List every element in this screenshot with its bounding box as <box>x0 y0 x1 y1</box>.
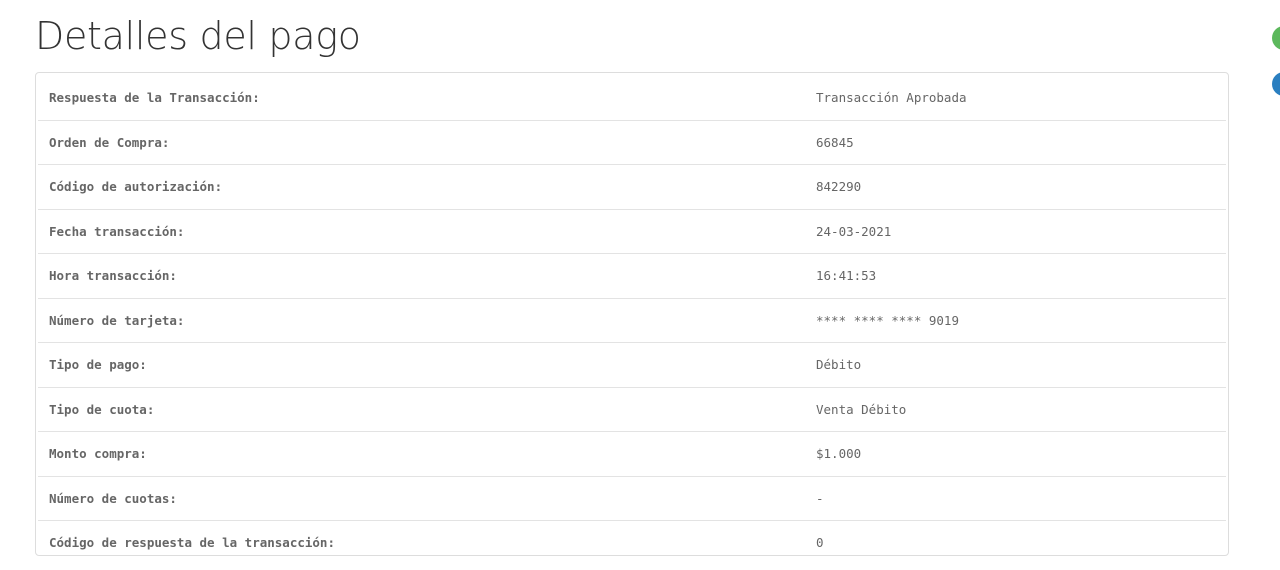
row-transaction-date: Fecha transacción: 24-03-2021 <box>38 208 1226 254</box>
row-value: **** **** **** 9019 <box>805 297 1226 343</box>
row-authorization-code: Código de autorización: 842290 <box>38 164 1226 209</box>
row-transaction-time: Hora transacción: 16:41:53 <box>38 253 1226 298</box>
row-label: Número de cuotas: <box>38 475 805 521</box>
row-installment-type: Tipo de cuota: Venta Débito <box>38 386 1226 432</box>
row-card-number: Número de tarjeta: **** **** **** 9019 <box>38 297 1226 343</box>
row-transaction-response: Respuesta de la Transacción: Transacción… <box>38 76 1226 120</box>
row-value: 66845 <box>805 119 1226 165</box>
row-value: 0 <box>805 520 1226 565</box>
row-value: 24-03-2021 <box>805 208 1226 254</box>
row-label: Hora transacción: <box>38 253 805 298</box>
row-label: Respuesta de la Transacción: <box>49 90 260 106</box>
row-value: - <box>805 475 1226 521</box>
row-installment-count: Número de cuotas: - <box>38 475 1226 521</box>
row-label: Tipo de cuota: <box>38 386 805 432</box>
blue-circle-button[interactable] <box>1272 72 1280 96</box>
payment-details-table: Respuesta de la Transacción: Transacción… <box>38 76 1226 565</box>
green-circle-button[interactable] <box>1272 26 1280 50</box>
row-value: $1.000 <box>805 431 1226 476</box>
row-response-code: Código de respuesta de la transacción: 0 <box>38 520 1226 565</box>
payment-details-card: Respuesta de la Transacción: Transacción… <box>35 72 1229 565</box>
payment-details-page: Detalles del pago Respuesta de la Transa… <box>0 0 1280 570</box>
row-value: Transacción Aprobada <box>816 90 967 106</box>
page-title: Detalles del pago <box>35 14 361 58</box>
row-purchase-order: Orden de Compra: 66845 <box>38 119 1226 165</box>
row-value: 16:41:53 <box>805 253 1226 298</box>
row-label: Orden de Compra: <box>38 119 805 165</box>
row-value: Venta Débito <box>805 386 1226 432</box>
row-label: Monto compra: <box>38 431 805 476</box>
row-purchase-amount: Monto compra: $1.000 <box>38 431 1226 476</box>
row-value: 842290 <box>805 164 1226 209</box>
row-label: Código de autorización: <box>38 164 805 209</box>
row-label: Código de respuesta de la transacción: <box>38 520 805 565</box>
row-value: Débito <box>805 342 1226 387</box>
row-label: Fecha transacción: <box>38 208 805 254</box>
row-payment-type: Tipo de pago: Débito <box>38 342 1226 387</box>
row-label: Tipo de pago: <box>38 342 805 387</box>
row-label: Número de tarjeta: <box>38 297 805 343</box>
